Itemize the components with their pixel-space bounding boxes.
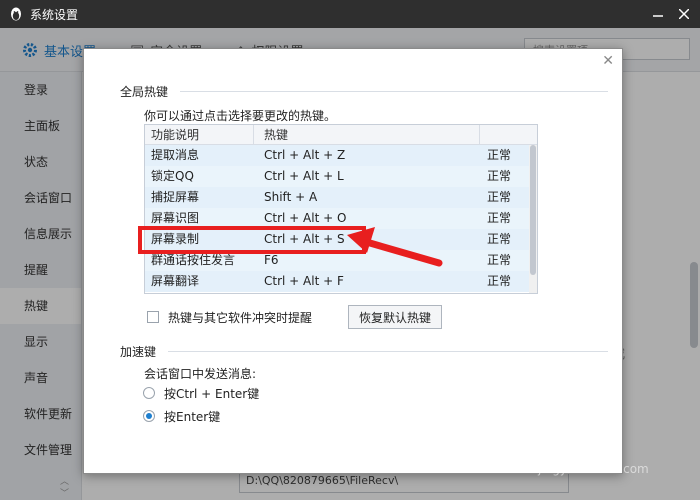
hotkey-keys: Ctrl + Alt + F (264, 274, 344, 288)
hotkey-status: 正常 (487, 169, 512, 183)
arrow-annotation-icon (347, 227, 443, 267)
hotkey-status: 正常 (487, 190, 512, 204)
baidu-jingyan-watermark: Bai jingyan.baidu.com (538, 412, 698, 488)
window-title: 系统设置 (30, 7, 79, 22)
radio-enter[interactable] (143, 410, 155, 422)
close-icon (679, 9, 689, 19)
title-bar: 系统设置 (0, 0, 700, 28)
table-row[interactable]: 捕捉屏幕 Shift + A 正常 (145, 187, 537, 208)
close-icon: ✕ (602, 53, 614, 69)
scrollbar-thumb[interactable] (530, 145, 536, 275)
table-row[interactable]: 提取消息 Ctrl + Alt + Z 正常 (145, 145, 537, 166)
hotkey-status: 正常 (487, 232, 512, 246)
dialog-close-button[interactable]: ✕ (602, 53, 614, 69)
qq-penguin-icon (11, 7, 21, 21)
column-header-status (479, 125, 529, 144)
hotkey-status: 正常 (487, 148, 512, 162)
hotkey-description: 你可以通过点击选择要更改的热键。 (144, 109, 337, 123)
section-title-accelerator-keys: 加速键 (120, 345, 157, 359)
hotkey-status: 正常 (487, 274, 512, 288)
hotkey-keys: Shift + A (264, 190, 318, 204)
hotkey-name: 锁定QQ (151, 169, 194, 183)
hotkey-status: 正常 (487, 211, 512, 225)
hotkey-name: 屏幕翻译 (151, 274, 200, 288)
hotkey-keys: Ctrl + Alt + Z (264, 148, 346, 162)
column-header-hotkey: 热键 (253, 125, 479, 144)
close-button[interactable] (670, 0, 698, 28)
hotkey-name: 捕捉屏幕 (151, 190, 200, 204)
hotkey-name: 提取消息 (151, 148, 200, 162)
section-divider (180, 91, 608, 92)
baidu-logo-icon: Bai (552, 416, 602, 449)
hotkey-status: 正常 (487, 253, 512, 267)
column-header-function: 功能说明 (151, 128, 200, 142)
minimize-button[interactable] (644, 0, 672, 28)
send-message-label: 会话窗口中发送消息: (144, 367, 257, 381)
section-title-global-hotkeys: 全局热键 (120, 85, 169, 99)
minimize-icon (653, 15, 663, 17)
radio-enter-label: 按Enter键 (164, 410, 221, 424)
restore-default-hotkeys-button[interactable]: 恢复默认热键 (348, 305, 442, 329)
radio-ctrl-enter[interactable] (143, 387, 155, 399)
section-divider (168, 351, 608, 352)
hotkey-keys: Ctrl + Alt + L (264, 169, 344, 183)
radio-ctrl-enter-label: 按Ctrl + Enter键 (164, 387, 260, 401)
table-row[interactable]: 屏幕翻译 Ctrl + Alt + F 正常 (145, 271, 537, 292)
hotkey-settings-dialog: ✕ 全局热键 你可以通过点击选择要更改的热键。 功能说明 热键 提取消息 Ctr… (83, 48, 623, 474)
table-scrollbar[interactable] (529, 145, 537, 293)
table-header: 功能说明 热键 (145, 125, 537, 145)
highlight-box (138, 226, 366, 254)
table-row[interactable]: 锁定QQ Ctrl + Alt + L 正常 (145, 166, 537, 187)
watermark-url: jingyan.baidu.com (538, 462, 649, 476)
conflict-reminder-label: 热键与其它软件冲突时提醒 (168, 311, 313, 325)
conflict-reminder-checkbox[interactable] (147, 311, 159, 323)
